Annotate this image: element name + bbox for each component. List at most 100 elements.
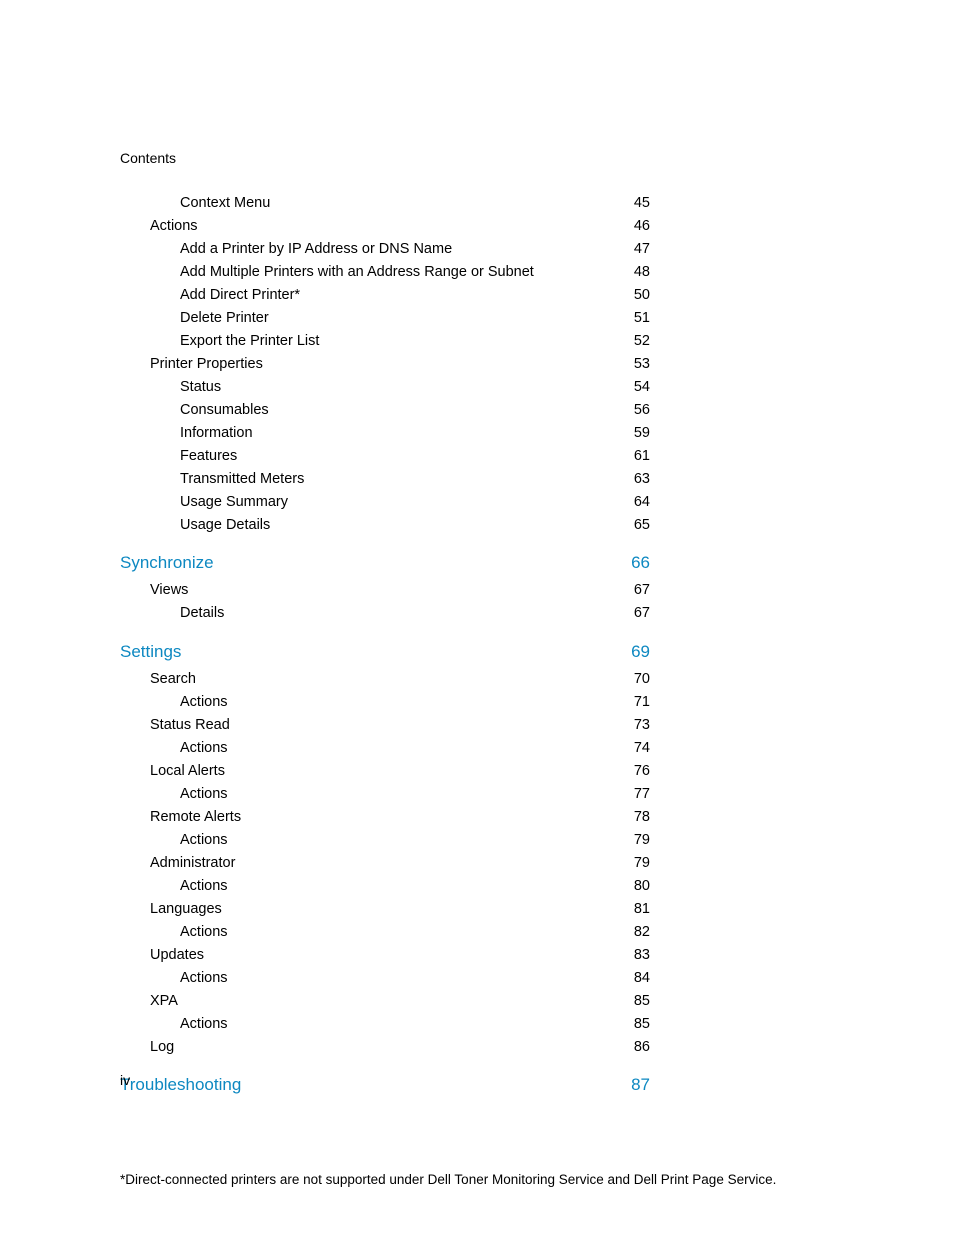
- toc-entry[interactable]: Add a Printer by IP Address or DNS Name …: [120, 238, 650, 260]
- toc-entry-title: Updates: [150, 944, 204, 966]
- toc-entry[interactable]: Local Alerts 76: [120, 760, 650, 782]
- toc-entry-page: 47: [628, 238, 650, 260]
- toc-entry[interactable]: Status 54: [120, 376, 650, 398]
- toc-entry[interactable]: XPA 85: [120, 990, 650, 1012]
- toc-entry[interactable]: Actions 85: [120, 1013, 650, 1035]
- page-number: iv: [120, 1072, 130, 1088]
- table-of-contents: Context Menu45Actions 46Add a Printer by…: [120, 192, 650, 1101]
- toc-entry-title: Actions: [180, 967, 228, 989]
- toc-entry[interactable]: Context Menu 45: [120, 192, 650, 214]
- toc-entry[interactable]: Actions 77: [120, 783, 650, 805]
- page-header: Contents: [120, 150, 176, 166]
- toc-entry[interactable]: Actions 80: [120, 875, 650, 897]
- toc-entry-page: 80: [628, 875, 650, 897]
- toc-entry-page: 86: [628, 1036, 650, 1058]
- toc-entry[interactable]: Settings 69: [120, 639, 650, 665]
- toc-entry-title: Actions: [180, 783, 228, 805]
- toc-entry-page: 63: [628, 468, 650, 490]
- footnote: *Direct-connected printers are not suppo…: [120, 1172, 776, 1187]
- toc-entry-page: 73: [628, 714, 650, 736]
- toc-entry[interactable]: Features 61: [120, 445, 650, 467]
- toc-entry-page: 78: [628, 806, 650, 828]
- toc-entry-page: 79: [628, 852, 650, 874]
- document-page: Contents Context Menu45Actions 46Add a P…: [0, 0, 954, 1235]
- toc-entry[interactable]: Actions 82: [120, 921, 650, 943]
- toc-entry[interactable]: Transmitted Meters 63: [120, 468, 650, 490]
- toc-entry-title: Consumables: [180, 399, 269, 421]
- toc-entry[interactable]: Actions 84: [120, 967, 650, 989]
- toc-entry-page: 70: [628, 668, 650, 690]
- toc-entry-page: 54: [628, 376, 650, 398]
- toc-entry-page: 48: [628, 261, 650, 283]
- toc-entry[interactable]: Export the Printer List 52: [120, 330, 650, 352]
- toc-entry-page: 84: [628, 967, 650, 989]
- toc-entry[interactable]: Status Read 73: [120, 714, 650, 736]
- toc-entry-page: 82: [628, 921, 650, 943]
- toc-entry-page: 51: [628, 307, 650, 329]
- toc-entry[interactable]: Troubleshooting 87: [120, 1072, 650, 1098]
- toc-entry[interactable]: Add Direct Printer*50: [120, 284, 650, 306]
- toc-entry[interactable]: Updates 83: [120, 944, 650, 966]
- toc-entry[interactable]: Search 70: [120, 668, 650, 690]
- toc-entry[interactable]: Languages 81: [120, 898, 650, 920]
- toc-entry[interactable]: Log 86: [120, 1036, 650, 1058]
- toc-entry-page: 52: [628, 330, 650, 352]
- toc-entry[interactable]: Usage Summary 64: [120, 491, 650, 513]
- toc-entry-page: 46: [628, 215, 650, 237]
- toc-entry-title: Actions: [180, 737, 228, 759]
- toc-entry[interactable]: Add Multiple Printers with an Address Ra…: [120, 261, 650, 283]
- toc-entry-page: 64: [628, 491, 650, 513]
- toc-entry[interactable]: Administrator 79: [120, 852, 650, 874]
- toc-entry-page: 45: [628, 192, 650, 214]
- toc-entry-title: Delete Printer: [180, 307, 269, 329]
- toc-entry-title: Synchronize: [120, 550, 214, 576]
- toc-entry-title: Languages: [150, 898, 222, 920]
- toc-entry[interactable]: Details 67: [120, 602, 650, 624]
- toc-entry-page: 85: [628, 990, 650, 1012]
- toc-entry-title: Actions: [180, 829, 228, 851]
- toc-entry-page: 61: [628, 445, 650, 467]
- toc-entry-page: 66: [628, 550, 650, 576]
- toc-entry[interactable]: Actions 71: [120, 691, 650, 713]
- toc-entry-page: 59: [628, 422, 650, 444]
- toc-entry-title: Add Multiple Printers with an Address Ra…: [180, 261, 534, 283]
- toc-entry-title: Local Alerts: [150, 760, 225, 782]
- toc-entry-title: Information: [180, 422, 253, 444]
- toc-entry[interactable]: Consumables 56: [120, 399, 650, 421]
- toc-entry-title: Remote Alerts: [150, 806, 241, 828]
- toc-entry-title: Status Read: [150, 714, 230, 736]
- toc-entry-page: 81: [628, 898, 650, 920]
- toc-entry-title: Context Menu: [180, 192, 270, 214]
- toc-entry-title: Search: [150, 668, 196, 690]
- toc-entry-page: 69: [628, 639, 650, 665]
- toc-entry[interactable]: Delete Printer 51: [120, 307, 650, 329]
- toc-entry[interactable]: Usage Details65: [120, 514, 650, 536]
- toc-entry[interactable]: Information 59: [120, 422, 650, 444]
- toc-entry-page: 53: [628, 353, 650, 375]
- toc-entry-title: Transmitted Meters: [180, 468, 304, 490]
- toc-entry-title: Details: [180, 602, 224, 624]
- toc-entry-page: 83: [628, 944, 650, 966]
- toc-entry-title: Actions: [180, 691, 228, 713]
- toc-entry-page: 76: [628, 760, 650, 782]
- toc-entry-page: 77: [628, 783, 650, 805]
- toc-entry-page: 79: [628, 829, 650, 851]
- toc-entry[interactable]: Remote Alerts 78: [120, 806, 650, 828]
- toc-entry[interactable]: Synchronize 66: [120, 550, 650, 576]
- toc-entry[interactable]: Actions 79: [120, 829, 650, 851]
- toc-entry[interactable]: Views 67: [120, 579, 650, 601]
- toc-entry-page: 67: [628, 579, 650, 601]
- toc-entry[interactable]: Actions 74: [120, 737, 650, 759]
- toc-entry-title: Actions: [180, 875, 228, 897]
- toc-entry-page: 67: [628, 602, 650, 624]
- toc-entry-title: XPA: [150, 990, 178, 1012]
- toc-entry-title: Troubleshooting: [120, 1072, 241, 1098]
- toc-entry-title: Actions: [150, 215, 198, 237]
- toc-entry-title: Settings: [120, 639, 181, 665]
- toc-entry[interactable]: Actions 46: [120, 215, 650, 237]
- toc-entry-title: Views: [150, 579, 188, 601]
- toc-entry-page: 71: [628, 691, 650, 713]
- toc-entry-page: 50: [628, 284, 650, 306]
- toc-entry-page: 65: [628, 514, 650, 536]
- toc-entry[interactable]: Printer Properties 53: [120, 353, 650, 375]
